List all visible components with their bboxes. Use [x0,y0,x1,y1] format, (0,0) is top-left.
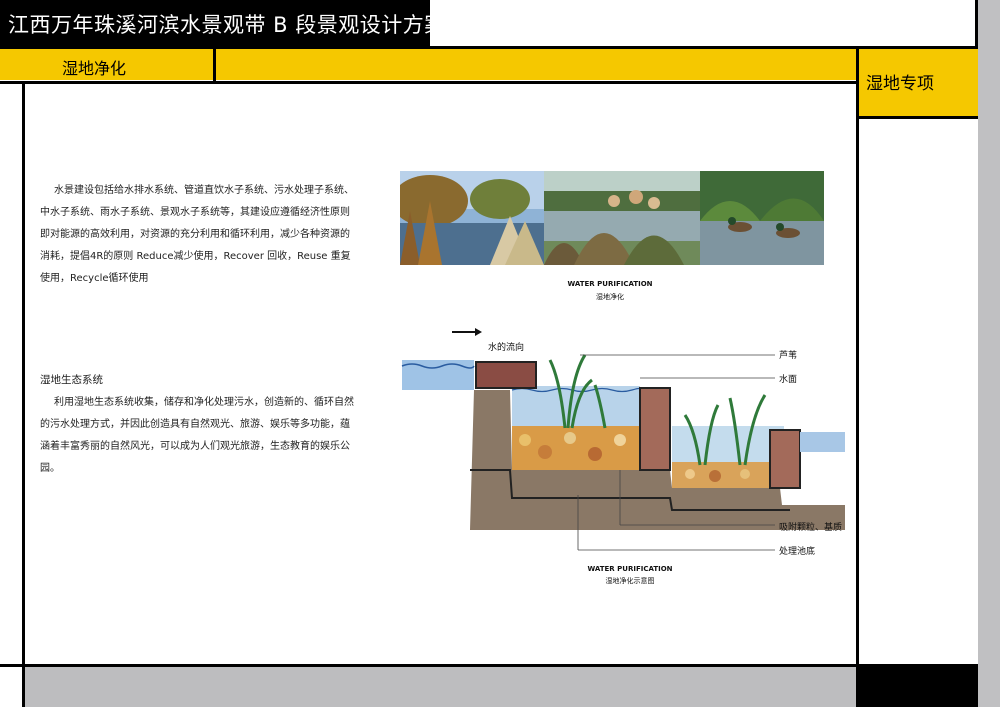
left-frame-line [22,84,25,707]
side-rule [859,116,978,119]
label-water-surface: 水面 [779,375,798,385]
label-reed: 芦苇 [779,351,798,361]
section-strip [0,49,978,80]
photo-lake-reeds [400,171,544,265]
flow-direction-label: 水的流向 [488,343,525,353]
bottom-black-block [859,664,978,707]
label-substrate: 吸附颗粒、基质 [779,523,843,533]
side-title: 湿地专项 [866,74,934,94]
photo-caption-cn: 湿地净化 [596,293,624,301]
flow-arrow-icon [452,328,482,336]
top-right-divider [975,0,978,49]
photo-reed-pond [544,171,700,265]
main-right-frame-line [856,49,859,707]
label-tank-bottom: 处理池底 [779,547,816,557]
page-title: 江西万年珠溪河滨水景观带 B 段景观设计方案 [8,13,446,37]
section-strip-divider [213,49,216,81]
strip-bottom-rule [0,81,858,84]
subheading-wetland-ecosystem: 湿地生态系统 [40,374,103,386]
right-grey-column [978,0,1000,707]
diagram-caption-en: WATER PURIFICATION [587,565,673,573]
section-title: 湿地净化 [62,59,127,78]
photo-ducks-wetland [700,171,824,265]
bottom-grey-bar [25,667,856,707]
photo-caption-en: WATER PURIFICATION [567,280,653,288]
intro-paragraph: 水景建设包括给水排水系统、管道直饮水子系统、污水处理子系统、中水子系统、雨水子系… [40,185,354,284]
diagram-caption-cn: 湿地净化示意图 [605,577,655,585]
ecosystem-paragraph: 利用湿地生态系统收集，储存和净化处理污水，创造新的、循环自然的污水处理方式，并因… [40,397,354,474]
